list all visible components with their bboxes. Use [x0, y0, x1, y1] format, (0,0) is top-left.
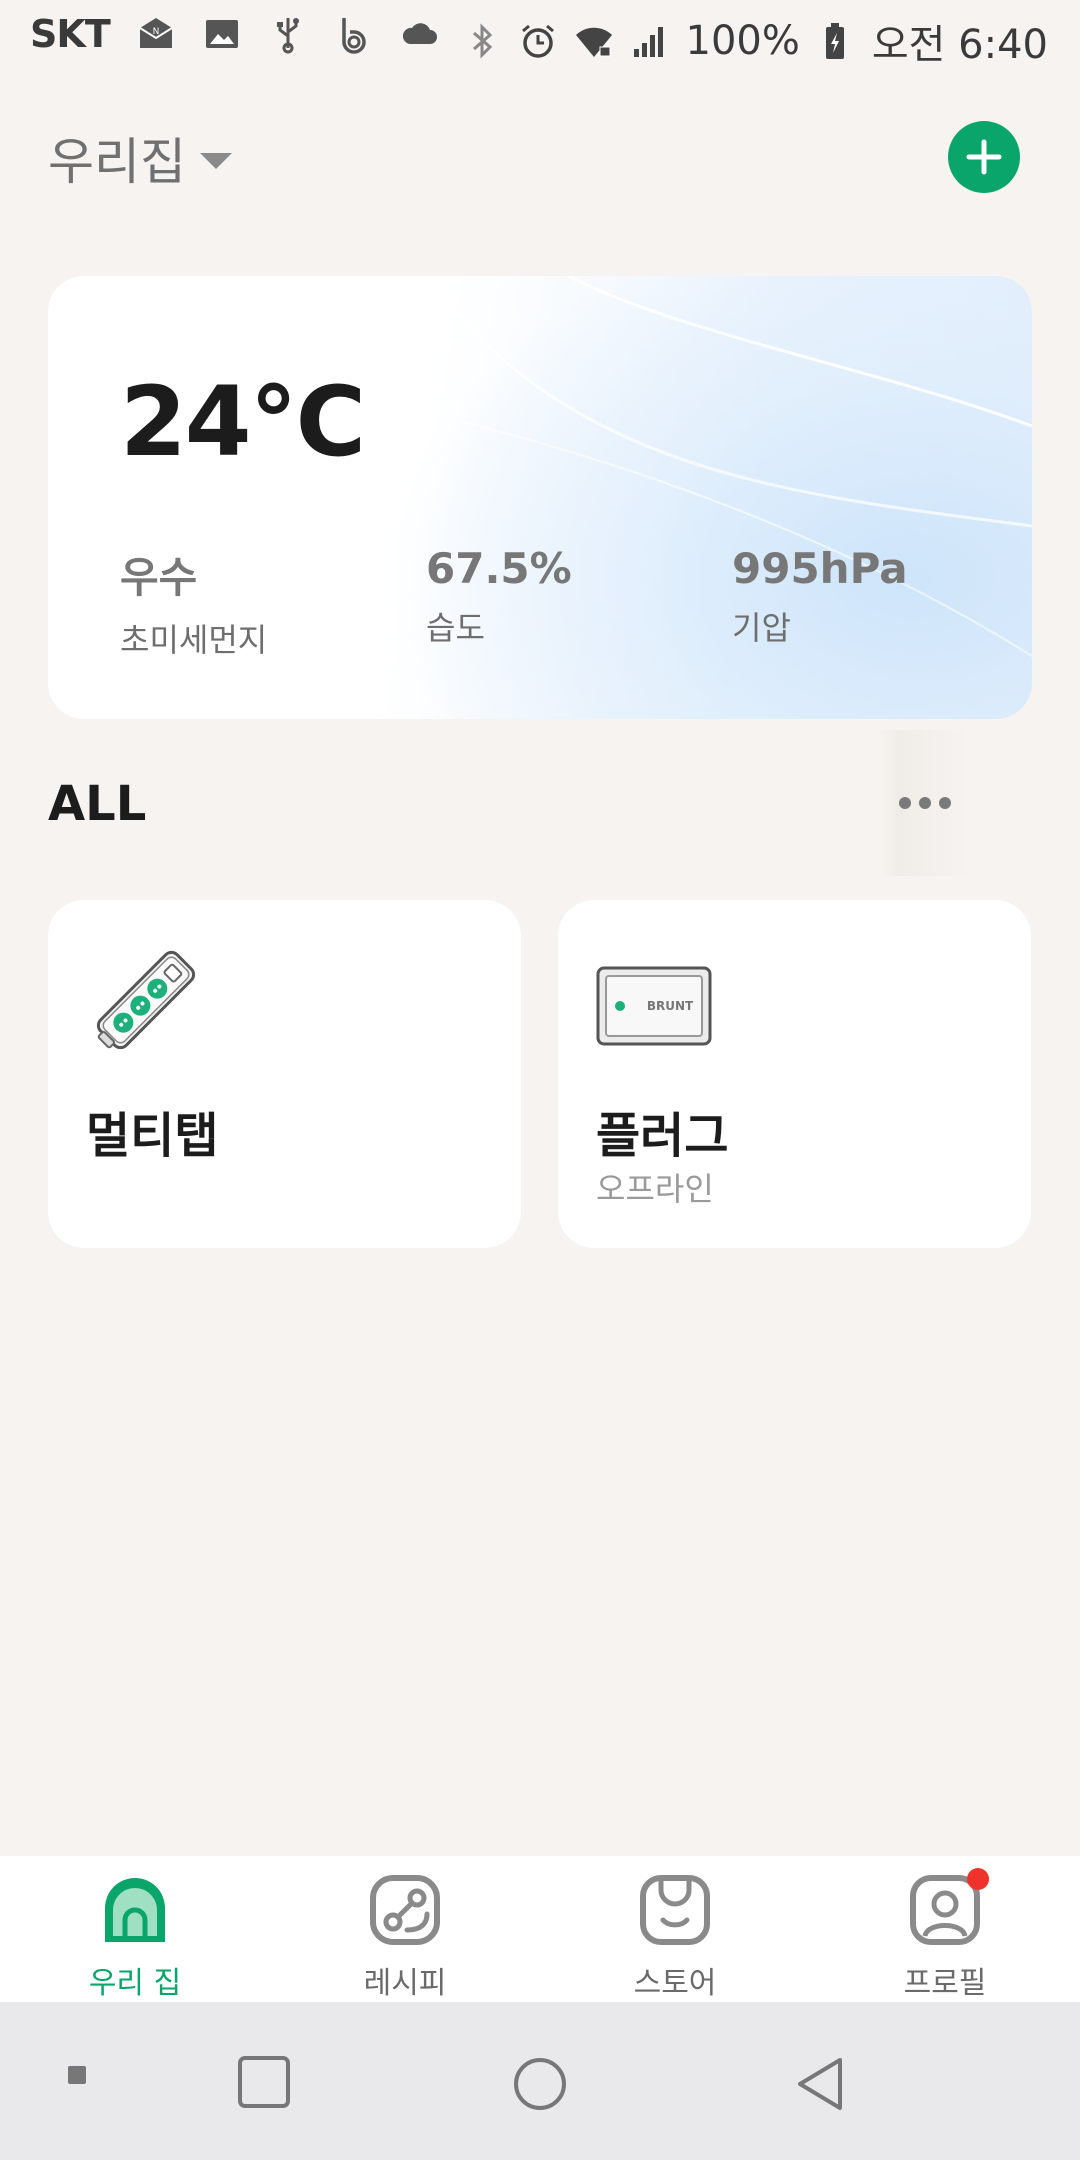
device-name: 멀티탭 [86, 1108, 219, 1164]
fine-dust-stat: 우수 초미세먼지 [120, 544, 267, 661]
home-name: 우리집 [48, 133, 186, 191]
signal-icon [630, 21, 670, 61]
plug-device-icon: BRUNT [596, 966, 712, 1046]
temperature: 24°C [120, 366, 366, 478]
clock: 오전 6:40 [871, 22, 1048, 68]
more-dot-icon [919, 797, 931, 809]
profile-icon [907, 1868, 989, 1948]
cloud-icon [400, 14, 440, 54]
plug-brand-label: BRUNT [647, 999, 694, 1013]
weather-card[interactable]: 24°C 우수 초미세먼지 67.5% 습도 995hPa 기압 [48, 276, 1032, 719]
fine-dust-value: 우수 [120, 553, 198, 602]
section-title: ALL [48, 776, 147, 832]
nav-item-home[interactable]: 우리 집 [0, 1856, 270, 2002]
home-selector[interactable]: 우리집 [48, 122, 232, 194]
bottom-nav: 우리 집 레시피 스토어 프로필 [0, 1856, 1080, 2002]
notification-badge [967, 1868, 989, 1890]
nav-label-store: 스토어 [633, 1966, 717, 2001]
recipe-icon [367, 1872, 443, 1948]
caret-down-icon [200, 153, 232, 169]
alarm-icon [518, 21, 558, 61]
gallery-icon [202, 14, 242, 54]
usb-icon [268, 14, 308, 54]
nav-item-store[interactable]: 스토어 [540, 1856, 810, 2002]
status-bar: SKT N 100% 오전 6:40 [0, 0, 1080, 76]
device-status: 오프라인 [596, 1170, 714, 1208]
b-app-icon [334, 14, 374, 54]
battery-icon [816, 21, 856, 61]
humidity-value: 67.5% [426, 544, 572, 593]
store-icon [637, 1872, 713, 1948]
square-icon [238, 2056, 290, 2108]
nav-item-recipe[interactable]: 레시피 [270, 1856, 540, 2002]
carrier-label: SKT [30, 12, 111, 56]
fine-dust-label: 초미세먼지 [120, 621, 268, 659]
svg-text:N: N [152, 27, 159, 37]
back-button[interactable] [788, 2052, 852, 2116]
wifi-icon [574, 21, 614, 61]
naver-mail-icon: N [136, 14, 176, 54]
more-options-button[interactable] [880, 730, 970, 876]
device-card-multitap[interactable]: 멀티탭 [48, 900, 521, 1248]
battery-percent: 100% [685, 18, 800, 64]
home-icon [97, 1872, 173, 1948]
humidity-label: 습도 [426, 609, 485, 647]
small-square-icon [68, 2066, 86, 2084]
humidity-stat: 67.5% 습도 [426, 544, 572, 649]
device-card-plug[interactable]: BRUNT 플러그 오프라인 [558, 900, 1031, 1248]
system-nav-bar [0, 2002, 1080, 2160]
nav-label-recipe: 레시피 [363, 1966, 447, 2001]
back-triangle-icon [798, 2058, 842, 2110]
nav-item-profile[interactable]: 프로필 [810, 1856, 1080, 2002]
home-system-button[interactable] [508, 2052, 572, 2116]
plus-icon [966, 139, 1002, 175]
nav-dot-button[interactable] [60, 2058, 94, 2092]
pressure-value: 995hPa [732, 544, 908, 593]
pressure-label: 기압 [732, 609, 791, 647]
device-name: 플러그 [596, 1108, 729, 1164]
recent-apps-button[interactable] [234, 2052, 294, 2112]
add-device-button[interactable] [948, 121, 1020, 193]
bluetooth-icon [462, 21, 502, 61]
more-dot-icon [939, 797, 951, 809]
circle-icon [514, 2058, 566, 2110]
nav-label-profile: 프로필 [903, 1966, 987, 2001]
power-strip-icon [96, 950, 196, 1050]
pressure-stat: 995hPa 기압 [732, 544, 908, 649]
nav-label-home: 우리 집 [88, 1966, 182, 2001]
more-dot-icon [899, 797, 911, 809]
